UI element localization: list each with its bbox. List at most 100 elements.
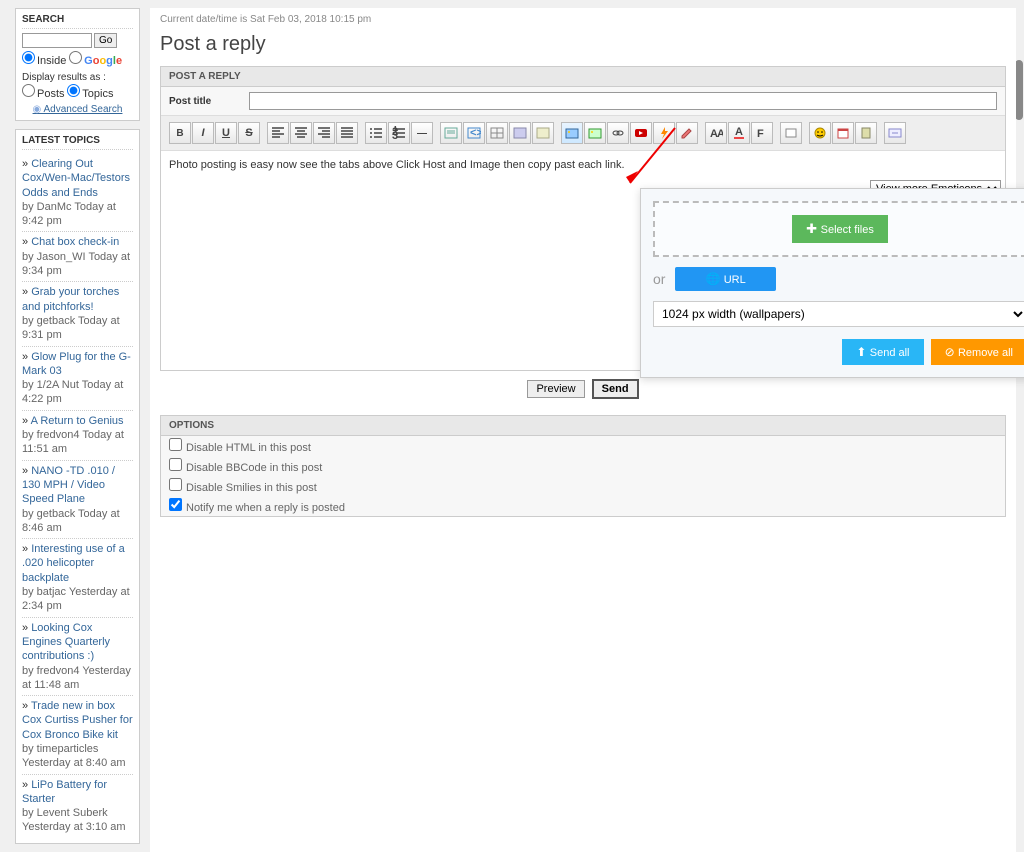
select-files-button[interactable]: ✚ Select files (792, 215, 888, 243)
search-scope-google[interactable]: Google (69, 55, 122, 67)
topic-meta: by DanMc Today at 9:42 pm (22, 201, 116, 227)
latest-topics-list: » Clearing Out Cox/Wen-Mac/Testors Odds … (22, 154, 133, 838)
options-header: OPTIONS (161, 416, 1005, 436)
option-row: Notify me when a reply is posted (161, 496, 1005, 516)
page-title: Post a reply (160, 33, 1006, 56)
send-all-button[interactable]: ⬆ Send all (842, 339, 923, 365)
current-datetime: Current date/time is Sat Feb 03, 2018 10… (160, 12, 1006, 27)
topic-item: » Grab your torches and pitchforks!by ge… (22, 281, 133, 345)
upload-popup: ✚ Select files or 🌐 URL 1024 px width (w… (640, 188, 1024, 378)
switch-mode-button[interactable] (884, 122, 906, 144)
paste-button[interactable] (855, 122, 877, 144)
topic-link[interactable]: NANO -TD .010 / 130 MPH / Video Speed Pl… (22, 465, 115, 506)
emoji-button[interactable] (809, 122, 831, 144)
advanced-search-link[interactable]: Advanced Search (22, 104, 133, 115)
display-results-label: Display results as : (22, 72, 133, 83)
latest-topics-box: LATEST TOPICS » Clearing Out Cox/Wen-Mac… (15, 129, 140, 844)
flash-button[interactable] (653, 122, 675, 144)
topic-item: » NANO -TD .010 / 130 MPH / Video Speed … (22, 460, 133, 538)
topic-meta: by getback Today at 9:31 pm (22, 315, 120, 341)
option-checkbox[interactable]: Notify me when a reply is posted (169, 502, 345, 514)
post-reply-header: POST A REPLY (161, 67, 1005, 87)
svg-text:<>: <> (470, 127, 481, 139)
svg-text:A: A (735, 126, 743, 138)
font-family-button[interactable]: F (751, 122, 773, 144)
font-color-button[interactable]: A (728, 122, 750, 144)
topic-item: » A Return to Geniusby fredvon4 Today at… (22, 410, 133, 460)
image-size-select[interactable]: 1024 px width (wallpapers) (653, 301, 1024, 327)
topic-meta: by Jason_WI Today at 9:34 pm (22, 251, 130, 277)
topic-item: » Clearing Out Cox/Wen-Mac/Testors Odds … (22, 154, 133, 231)
search-input[interactable] (22, 33, 92, 48)
or-label: or (653, 271, 665, 287)
topic-link[interactable]: Chat box check-in (31, 236, 119, 248)
search-go-button[interactable]: Go (94, 33, 117, 48)
svg-text:A: A (717, 128, 723, 140)
quote-button[interactable] (440, 122, 462, 144)
align-center-button[interactable] (290, 122, 312, 144)
sidebar: SEARCH Go Inside Google Display results … (15, 8, 140, 852)
link-button[interactable] (607, 122, 629, 144)
other-button[interactable] (780, 122, 802, 144)
topic-meta: by fredvon4 Today at 11:51 am (22, 429, 124, 455)
options-box: OPTIONS Disable HTML in this post Disable… (160, 415, 1006, 517)
search-box: SEARCH Go Inside Google Display results … (15, 8, 140, 121)
align-right-button[interactable] (313, 122, 335, 144)
bold-button[interactable]: B (169, 122, 191, 144)
svg-text:3: 3 (392, 130, 398, 140)
results-as-posts[interactable]: Posts (22, 88, 65, 100)
youtube-button[interactable] (630, 122, 652, 144)
editor-toolbar: B I U S 123 — <> AA A F (161, 116, 1005, 150)
url-button[interactable]: 🌐 URL (675, 267, 775, 291)
topic-item: » Glow Plug for the G-Mark 03by 1/2A Nut… (22, 346, 133, 410)
code-button[interactable]: <> (463, 122, 485, 144)
latest-topics-title: LATEST TOPICS (22, 135, 133, 150)
topic-link[interactable]: Grab your torches and pitchforks! (22, 286, 119, 312)
option-row: Disable BBCode in this post (161, 456, 1005, 476)
remove-all-button[interactable]: ⊘ Remove all (931, 339, 1024, 365)
topic-link[interactable]: Glow Plug for the G-Mark 03 (22, 351, 131, 377)
topic-link[interactable]: Trade new in box Cox Curtiss Pusher for … (22, 700, 133, 741)
topic-link[interactable]: A Return to Genius (31, 415, 124, 427)
option-checkbox[interactable]: Disable BBCode in this post (169, 462, 322, 474)
preview-button[interactable]: Preview (527, 380, 584, 398)
date-button[interactable] (832, 122, 854, 144)
insert-image-button[interactable] (584, 122, 606, 144)
topic-item: » LiPo Battery for Starterby Levent Sube… (22, 774, 133, 838)
italic-button[interactable]: I (192, 122, 214, 144)
results-as-topics[interactable]: Topics (67, 88, 113, 100)
option-checkbox[interactable]: Disable Smilies in this post (169, 482, 317, 494)
topic-link[interactable]: Clearing Out Cox/Wen-Mac/Testors Odds an… (22, 158, 130, 199)
search-scope-inside[interactable]: Inside (22, 55, 66, 67)
edit-button[interactable] (676, 122, 698, 144)
underline-button[interactable]: U (215, 122, 237, 144)
svg-text:F: F (757, 128, 764, 140)
topic-meta: by batjac Yesterday at 2:34 pm (22, 586, 130, 612)
option-row: Disable Smilies in this post (161, 476, 1005, 496)
topic-link[interactable]: Looking Cox Engines Quarterly contributi… (22, 622, 110, 663)
post-title-label: Post title (169, 96, 249, 107)
font-size-button[interactable]: AA (705, 122, 727, 144)
topic-meta: by timeparticles Yesterday at 8:40 am (22, 743, 126, 769)
list-ul-button[interactable] (365, 122, 387, 144)
topic-link[interactable]: Interesting use of a .020 helicopter bac… (22, 543, 125, 584)
topic-link[interactable]: LiPo Battery for Starter (22, 779, 107, 805)
send-button[interactable]: Send (592, 379, 639, 399)
option-row: Disable HTML in this post (161, 436, 1005, 456)
host-image-button[interactable] (561, 122, 583, 144)
option-checkbox[interactable]: Disable HTML in this post (169, 442, 311, 454)
hr-button[interactable]: — (411, 122, 433, 144)
main-scrollbar[interactable] (1015, 60, 1023, 120)
post-title-input[interactable] (249, 92, 997, 110)
topic-meta: by Levent Suberk Yesterday at 3:10 am (22, 807, 126, 833)
align-left-button[interactable] (267, 122, 289, 144)
search-title: SEARCH (22, 14, 133, 29)
table-button[interactable] (486, 122, 508, 144)
hidden-button[interactable] (532, 122, 554, 144)
drop-zone[interactable]: ✚ Select files (653, 201, 1024, 257)
strike-button[interactable]: S (238, 122, 260, 144)
spoiler-button[interactable] (509, 122, 531, 144)
topic-meta: by getback Today at 8:46 am (22, 508, 120, 534)
align-justify-button[interactable] (336, 122, 358, 144)
list-ol-button[interactable]: 123 (388, 122, 410, 144)
